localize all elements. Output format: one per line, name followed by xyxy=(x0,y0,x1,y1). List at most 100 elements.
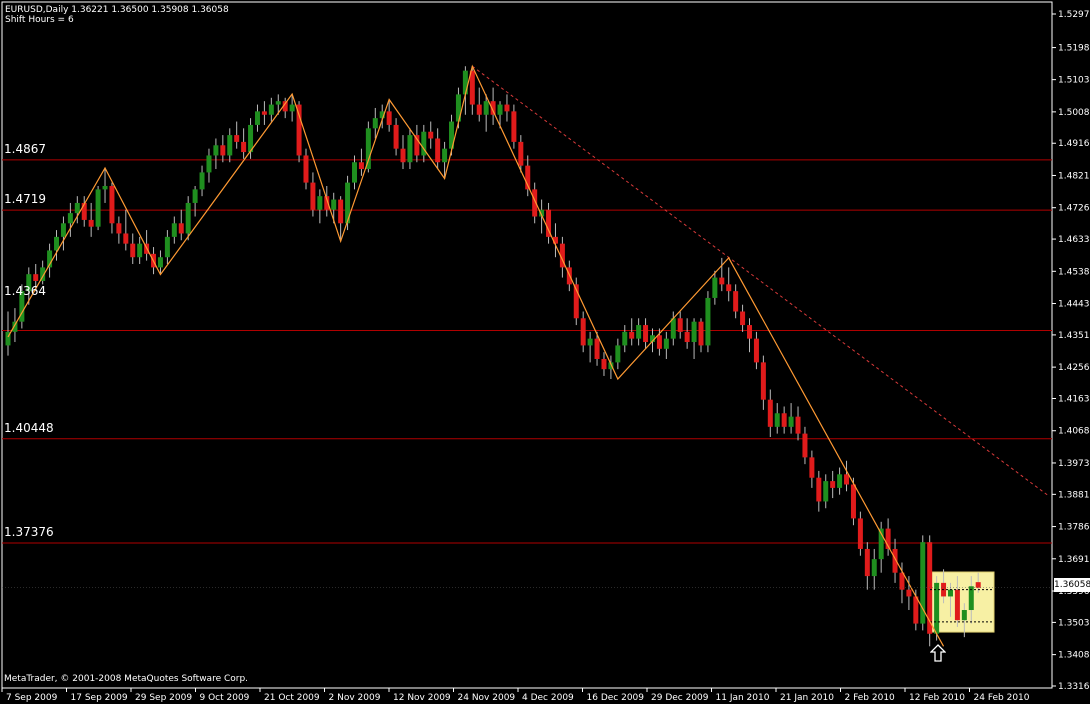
candle-body xyxy=(719,277,725,285)
y-tick-label: 1.36910 xyxy=(1058,555,1090,565)
y-tick-label: 1.45385 xyxy=(1058,267,1090,277)
candle-body xyxy=(199,172,205,190)
candle-body xyxy=(518,141,524,166)
candle-body xyxy=(767,399,773,427)
candle-body xyxy=(795,416,801,434)
candle-body xyxy=(760,362,766,400)
candle-body xyxy=(310,182,316,210)
candle-body xyxy=(171,223,177,237)
chart-window[interactable]: 1.52970 1.51980 1.51035 1.50085 1.49160 1.482… xyxy=(0,0,1090,704)
candle-body xyxy=(338,199,344,224)
candle-body xyxy=(365,128,371,170)
level-label-2: 1.4719 xyxy=(4,192,46,206)
level-label-5: 1.37376 xyxy=(4,525,54,539)
candle-body xyxy=(67,213,73,224)
candle-body xyxy=(185,202,191,234)
candle-body xyxy=(303,155,309,183)
candle-body xyxy=(636,325,642,339)
candle-body xyxy=(497,104,503,115)
x-tick-label: 21 Oct 2009 xyxy=(264,693,320,703)
y-tick-label: 1.41635 xyxy=(1058,395,1090,405)
candle-body xyxy=(81,202,87,220)
candle-body xyxy=(705,297,711,346)
x-tick-label: 11 Jan 2010 xyxy=(716,693,770,703)
candle-body xyxy=(684,331,690,343)
candle-body xyxy=(157,257,163,268)
x-tick-label: 21 Jan 2010 xyxy=(780,693,834,703)
candle-body xyxy=(594,338,600,359)
shift-hours-label: Shift Hours = 6 xyxy=(5,15,74,25)
y-tick-label: 1.48210 xyxy=(1058,171,1090,181)
candle-body xyxy=(358,162,364,170)
zigzag-line xyxy=(7,64,945,647)
candle-body xyxy=(587,338,593,346)
candle-body xyxy=(934,582,940,634)
x-tick-label: 2 Feb 2010 xyxy=(845,693,896,703)
candle-body xyxy=(947,589,953,597)
candle-body xyxy=(871,559,877,577)
candle-body xyxy=(504,104,510,112)
candle-body xyxy=(961,610,967,621)
candle-body xyxy=(178,223,184,234)
candle-body xyxy=(656,335,662,349)
candle-body xyxy=(691,321,697,343)
candle-body xyxy=(733,291,739,312)
candle-body xyxy=(670,318,676,339)
candle-body xyxy=(850,484,856,519)
x-tick-label: 2 Nov 2009 xyxy=(329,693,381,703)
candle-body xyxy=(802,433,808,458)
candle-body xyxy=(386,111,392,125)
plot-frame xyxy=(1,1,1053,689)
x-tick-label: 24 Nov 2009 xyxy=(458,693,516,703)
x-tick-label: 12 Nov 2009 xyxy=(393,693,451,703)
candle-body xyxy=(213,145,219,156)
candle-body xyxy=(906,589,912,597)
candle-body xyxy=(261,111,267,115)
y-tick-label: 1.40685 xyxy=(1058,427,1090,437)
level-label-3: 1.4364 xyxy=(4,284,46,298)
y-tick-label: 1.51980 xyxy=(1058,44,1090,54)
y-tick-label: 1.42560 xyxy=(1058,363,1090,373)
up-arrow-icon xyxy=(930,644,946,662)
candle-body xyxy=(712,277,718,298)
current-price-tag: 1.36058 xyxy=(1054,578,1090,592)
candle-body xyxy=(629,331,635,339)
candle-body xyxy=(137,243,143,258)
y-tick-label: 1.33160 xyxy=(1058,682,1090,692)
y-tick-label: 1.51035 xyxy=(1058,76,1090,86)
candle-body xyxy=(317,196,323,210)
candle-body xyxy=(227,135,233,156)
y-tick-label: 1.47260 xyxy=(1058,204,1090,214)
y-tick-label: 1.43510 xyxy=(1058,331,1090,341)
x-tick-label: 17 Sep 2009 xyxy=(71,693,128,703)
x-tick-label: 29 Dec 2009 xyxy=(651,693,709,703)
candle-body xyxy=(400,148,406,163)
symbol-ohlc-label: EURUSD,Daily 1.36221 1.36500 1.35908 1.3… xyxy=(5,5,229,15)
candle-body xyxy=(123,233,129,244)
candle-body xyxy=(781,413,787,427)
candle-body xyxy=(192,189,198,203)
y-tick-label: 1.34085 xyxy=(1058,651,1090,661)
candle-body xyxy=(234,135,240,142)
candle-body xyxy=(88,219,94,227)
y-tick-label: 1.49160 xyxy=(1058,139,1090,149)
candle-body xyxy=(95,189,101,227)
candle-body xyxy=(726,284,732,292)
y-tick-label: 1.46335 xyxy=(1058,235,1090,245)
candle-body xyxy=(857,518,863,549)
y-tick-label: 1.37860 xyxy=(1058,523,1090,533)
candle-body xyxy=(109,185,115,224)
candle-body xyxy=(33,274,39,281)
candle-body xyxy=(698,321,704,346)
candle-body xyxy=(220,145,226,156)
candle-body xyxy=(580,318,586,346)
candle-body xyxy=(254,111,260,125)
candle-body xyxy=(823,481,829,502)
candle-body xyxy=(116,223,122,234)
candle-body xyxy=(372,118,378,129)
candle-body xyxy=(268,104,274,115)
y-tick-label: 1.52970 xyxy=(1058,10,1090,20)
candle-body xyxy=(511,111,517,142)
price-chart[interactable]: 1.52970 1.51980 1.51035 1.50085 1.49160 1.482… xyxy=(0,0,1090,704)
candle-body xyxy=(435,138,441,163)
